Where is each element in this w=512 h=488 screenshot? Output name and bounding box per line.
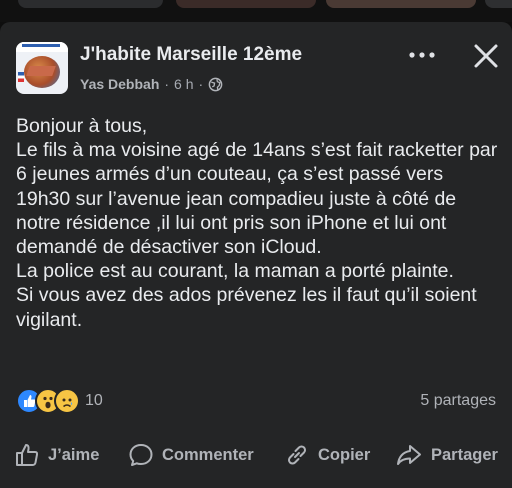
group-name[interactable]: J'habite Marseille 12ème (80, 44, 302, 66)
post-paragraph: Le fils à ma voisine agé de 14ans s’est … (16, 139, 498, 259)
post-card: J'habite Marseille 12ème Yas Debbah · 6 … (0, 22, 512, 488)
post-paragraph: La police est au courant, la maman a por… (16, 260, 454, 283)
post-meta: Yas Debbah · 6 h · (80, 76, 223, 92)
link-icon (287, 445, 307, 465)
comment-icon (129, 444, 153, 466)
post-paragraph: Si vous avez des ados prévenez les il fa… (16, 284, 477, 331)
comment-label: Commenter (162, 445, 254, 464)
author-name[interactable]: Yas Debbah (80, 76, 159, 92)
more-dots-icon[interactable] (407, 46, 437, 64)
share-button[interactable]: Partager (395, 442, 498, 468)
share-icon (397, 445, 421, 465)
comment-button[interactable]: Commenter (128, 442, 254, 468)
thumb-up-icon (16, 444, 39, 466)
story-thumbnail[interactable] (485, 0, 512, 8)
meta-separator: · (198, 76, 204, 92)
post-paragraph: Bonjour à tous, (16, 115, 148, 137)
reaction-count[interactable]: 10 (85, 392, 103, 410)
post-time[interactable]: 6 h (174, 76, 193, 92)
copy-button[interactable]: Copier (284, 442, 370, 468)
copy-label: Copier (318, 445, 371, 464)
like-button[interactable]: J’aime (14, 442, 99, 468)
story-thumbnail[interactable] (176, 0, 316, 8)
close-icon[interactable] (472, 42, 500, 70)
action-bar: J’aime Commenter Copier Partager (0, 434, 512, 474)
globe-icon (208, 77, 223, 91)
sad-reaction-icon (54, 388, 80, 414)
story-thumbnail[interactable] (18, 0, 163, 8)
share-label: Partager (431, 445, 498, 464)
shares-count[interactable]: 5 partages (420, 392, 496, 410)
top-strip (0, 0, 512, 22)
reaction-summary[interactable]: 10 (16, 388, 103, 414)
group-avatar[interactable] (16, 42, 68, 94)
meta-separator: · (164, 76, 170, 92)
like-label: J’aime (48, 445, 100, 464)
post-body: Bonjour à tous, Le fils à ma voisine agé… (16, 114, 500, 332)
story-thumbnail[interactable] (326, 0, 476, 8)
